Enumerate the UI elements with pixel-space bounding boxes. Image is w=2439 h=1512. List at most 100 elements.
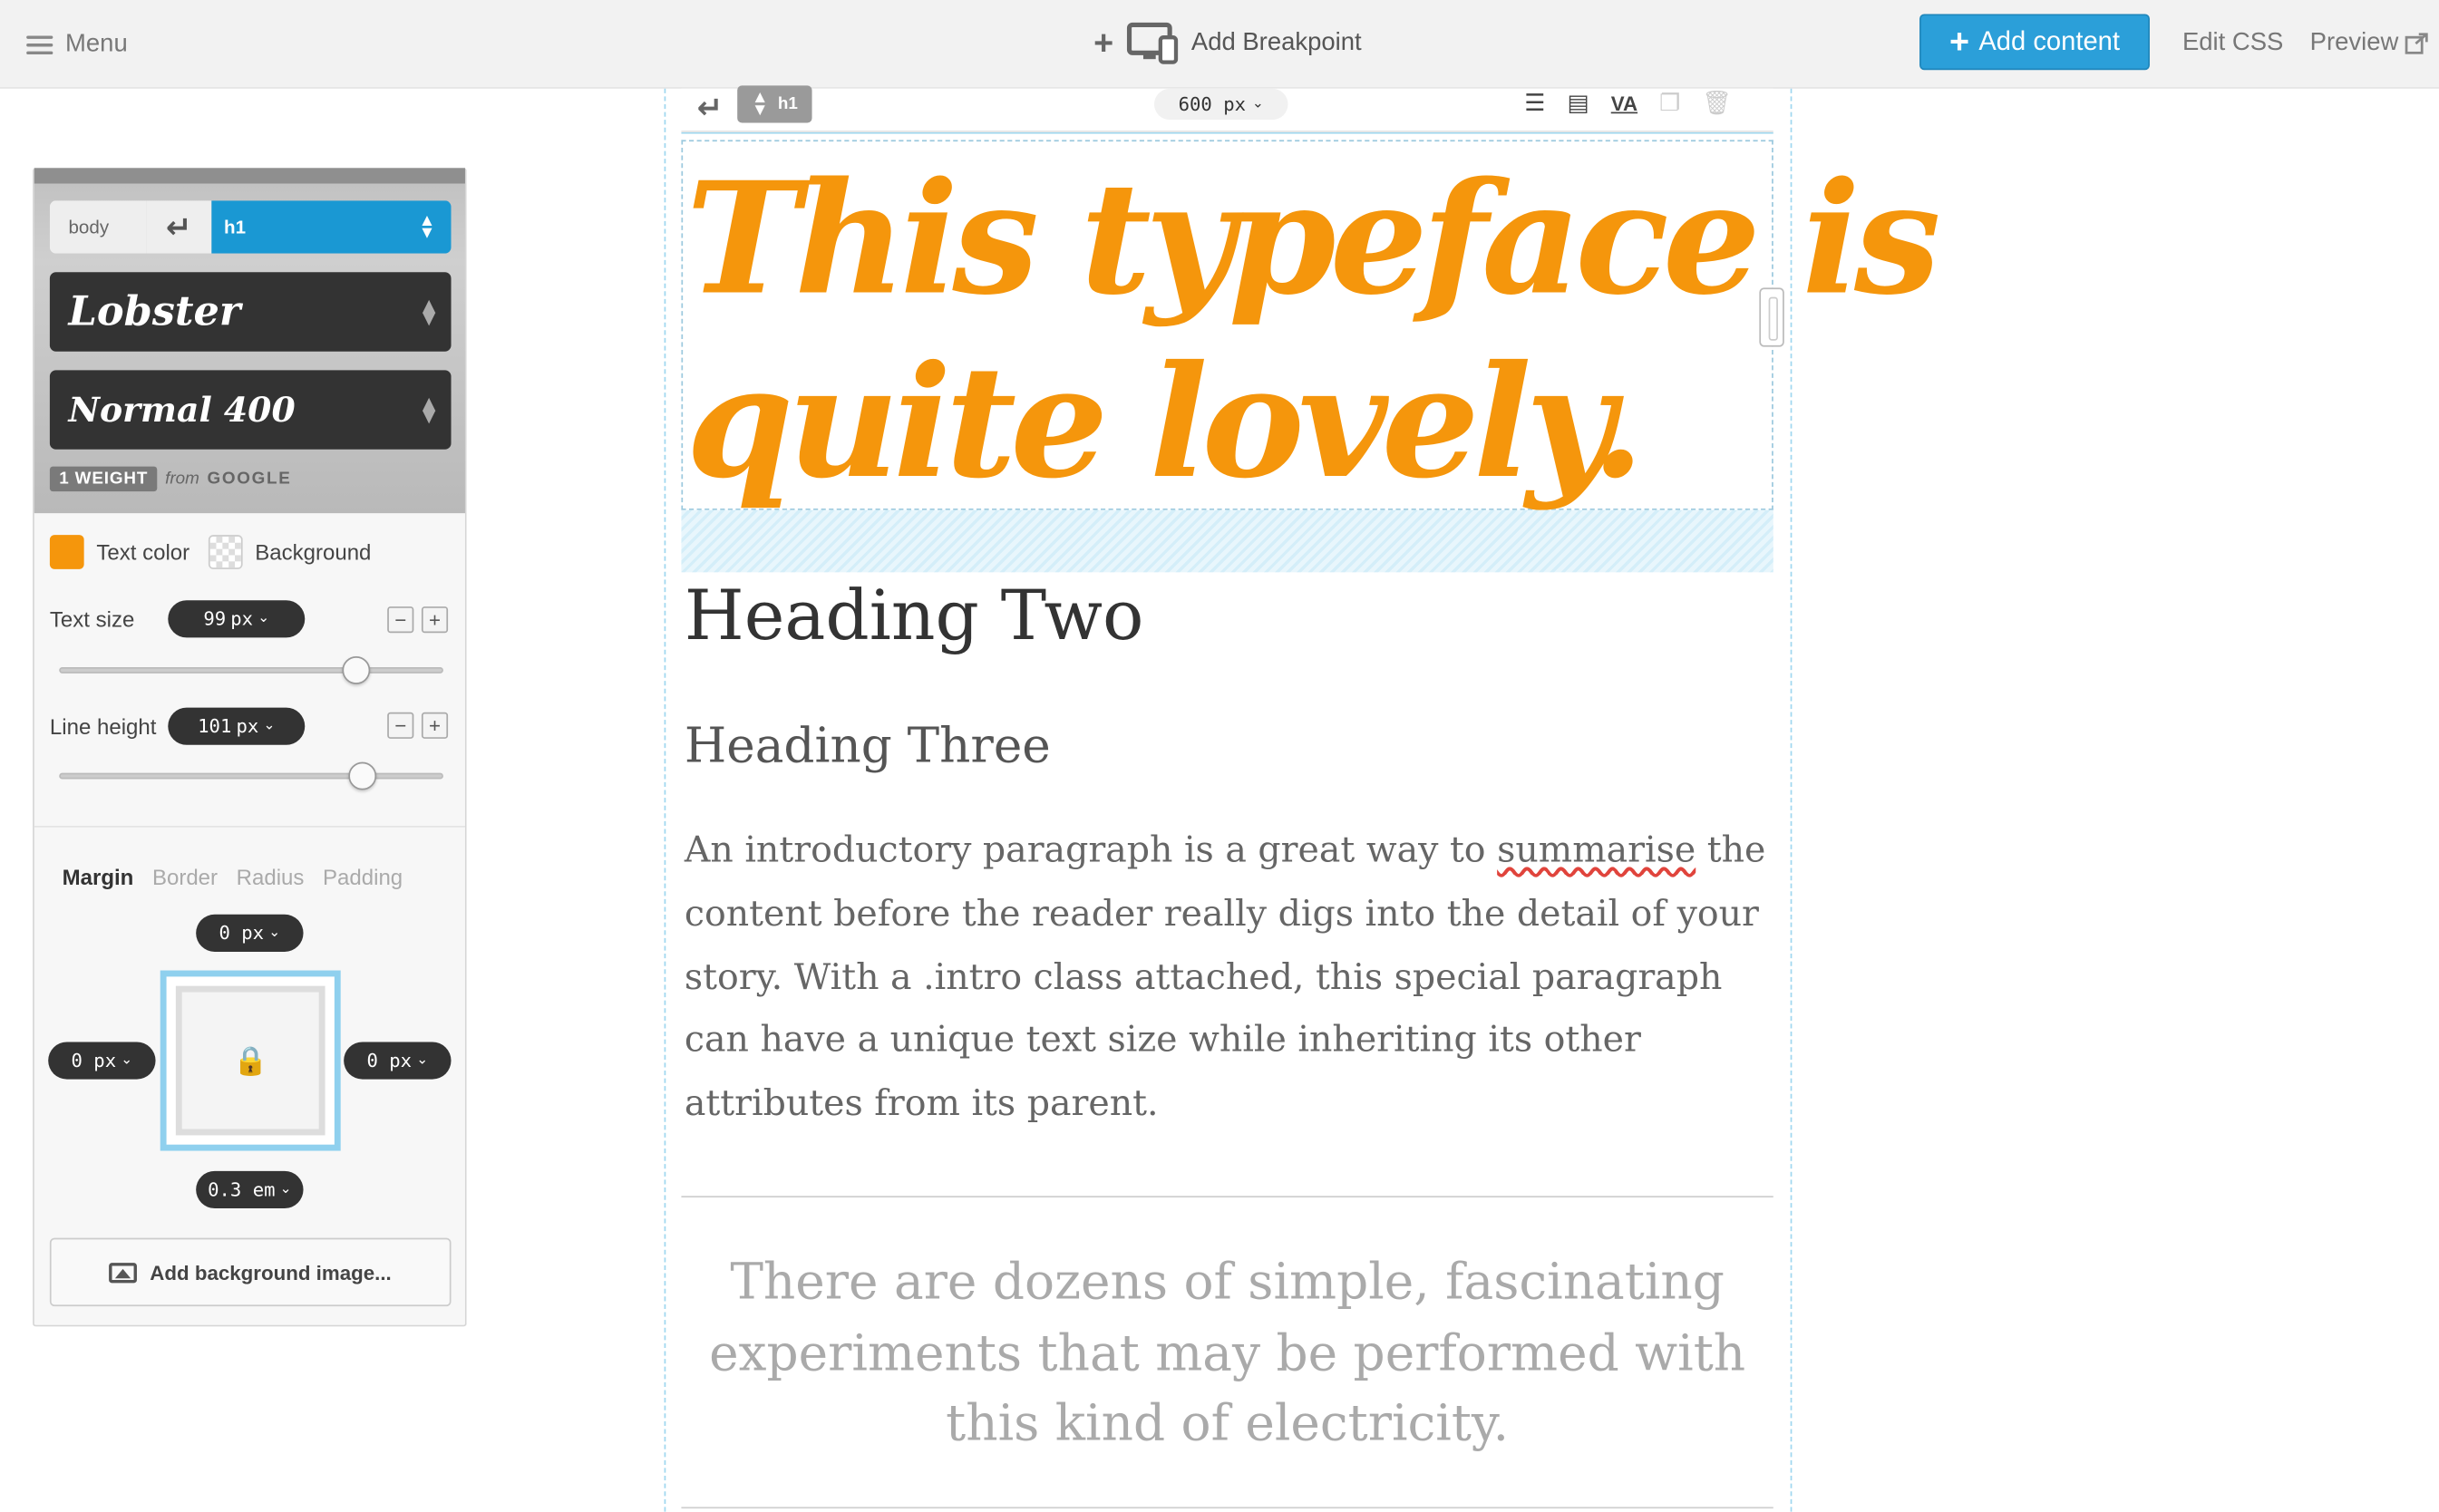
add-background-image-label: Add background image...	[150, 1260, 392, 1284]
text-wrap-icon[interactable]: ▤	[1567, 89, 1589, 117]
margin-bottom-value: 0.3 em	[208, 1178, 276, 1201]
lock-icon[interactable]: 🔒	[175, 985, 326, 1136]
select-parent-arrow-icon[interactable]: ↵	[697, 89, 724, 128]
updown-chevron-icon: ▲ ▼	[422, 295, 436, 328]
panel-divider	[34, 825, 465, 828]
h1-line: This typeface is	[685, 149, 1941, 330]
text-color-swatch[interactable]	[49, 535, 84, 569]
font-weight-select[interactable]: Normal 400 ▲ ▼	[49, 370, 452, 450]
line-height-decrease-button[interactable]: −	[387, 712, 414, 739]
text-color-label: Text color	[96, 539, 190, 565]
box-model-preview: 🔒	[160, 970, 341, 1151]
tab-padding[interactable]: Padding	[323, 865, 403, 889]
breadcrumb-current-label: h1	[224, 216, 247, 238]
heading-two[interactable]: Heading Two	[685, 577, 1144, 655]
chevron-down-icon: ⌄	[416, 1052, 429, 1069]
element-tag-label: h1	[777, 94, 798, 114]
preview-label: Preview	[2309, 29, 2399, 56]
add-content-button[interactable]: + Add content	[1919, 14, 2150, 71]
updown-chevron-icon: ▲ ▼	[418, 211, 436, 243]
font-family-select[interactable]: Lobster ▲ ▼	[49, 272, 452, 352]
element-toolbar: ↵ ▲ ▼ h1 600 px ⌄ ☰ ▤ VA ❐ 🗑	[681, 85, 1773, 132]
line-height-slider-thumb[interactable]	[349, 761, 378, 790]
heading-three[interactable]: Heading Three	[685, 719, 1051, 775]
chevron-down-icon: ⌄	[121, 1052, 133, 1069]
kerning-icon[interactable]: VA	[1611, 91, 1637, 114]
chevron-down-icon: ⌄	[279, 1181, 292, 1198]
intro-text-end: the content before the reader really dig…	[684, 830, 1766, 1125]
page-h1[interactable]: This typeface is quite lovely.	[685, 148, 1941, 515]
toolbar-icons: ☰ ▤ VA ❐ 🗑	[1524, 89, 1732, 117]
h1-line: quite lovely.	[685, 333, 1645, 514]
margin-indicator	[681, 509, 1773, 573]
line-height-label: Line height	[49, 713, 157, 739]
text-size-input[interactable]: 99 px ⌄	[168, 600, 306, 638]
line-height-unit: px	[236, 715, 259, 738]
devices-icon	[1126, 22, 1178, 64]
menu-label: Menu	[65, 31, 128, 58]
font-family-value: Lobster	[68, 288, 241, 335]
color-row: Text color Background	[49, 535, 372, 569]
editor-screen: Menu + Add Breakpoint + Add content Edit…	[0, 0, 2439, 1512]
resize-handle[interactable]	[1759, 287, 1784, 347]
hamburger-icon	[26, 35, 53, 55]
align-left-icon[interactable]: ☰	[1524, 89, 1545, 117]
selected-h1-block[interactable]: This typeface is quite lovely.	[681, 140, 1941, 513]
divider	[681, 1507, 1773, 1509]
width-value: 600 px	[1178, 92, 1247, 115]
divider	[681, 1196, 1773, 1198]
add-content-label: Add content	[1978, 26, 2121, 56]
preview-button[interactable]: Preview	[2310, 30, 2428, 58]
chevron-down-icon: ⌄	[263, 718, 276, 734]
text-size-increase-button[interactable]: +	[421, 606, 449, 634]
trash-icon[interactable]: 🗑	[1702, 89, 1732, 117]
font-section: body ↵ h1 ▲ ▼ Lobster ▲ ▼ Normal 400 ▲ ▼ 1 …	[34, 168, 465, 514]
from-text: from	[165, 470, 199, 489]
add-breakpoint-button[interactable]: + Add Breakpoint	[1093, 22, 1362, 65]
margin-right-value: 0 px	[366, 1050, 413, 1072]
chevron-down-icon: ⌄	[268, 925, 281, 941]
background-label: Background	[255, 539, 372, 565]
breadcrumb-body[interactable]: body	[49, 200, 147, 254]
line-height-increase-button[interactable]: +	[421, 712, 449, 739]
margin-bottom-input[interactable]: 0.3 em ⌄	[196, 1170, 304, 1209]
menu-button[interactable]: Menu	[26, 31, 128, 59]
line-height-slider[interactable]	[59, 761, 443, 790]
pull-quote[interactable]: There are dozens of simple, fascinating …	[681, 1247, 1773, 1459]
breadcrumb-current-element[interactable]: h1 ▲ ▼	[211, 200, 452, 254]
line-height-input[interactable]: 101 px ⌄	[168, 707, 306, 745]
background-color-swatch[interactable]	[208, 535, 243, 569]
line-height-value: 101	[198, 715, 232, 738]
add-background-image-button[interactable]: Add background image...	[49, 1237, 452, 1307]
tab-margin[interactable]: Margin	[63, 865, 134, 889]
element-tag-select[interactable]: ▲ ▼ h1	[737, 85, 812, 123]
margin-top-value: 0 px	[219, 922, 265, 945]
page-content: ↵ ▲ ▼ h1 600 px ⌄ ☰ ▤ VA ❐ 🗑 This typefac…	[681, 85, 1941, 1512]
external-link-icon	[2405, 33, 2428, 54]
updown-chevron-icon: ▲ ▼	[751, 88, 769, 121]
margin-left-input[interactable]: 0 px ⌄	[48, 1042, 156, 1080]
updown-chevron-icon: ▲ ▼	[422, 393, 436, 426]
duplicate-icon[interactable]: ❐	[1659, 89, 1680, 117]
intro-paragraph[interactable]: An introductory paragraph is a great way…	[685, 819, 1770, 1137]
edit-css-button[interactable]: Edit CSS	[2182, 30, 2283, 58]
chevron-down-icon: ⌄	[258, 611, 270, 627]
margin-right-input[interactable]: 0 px ⌄	[344, 1042, 452, 1080]
margin-top-input[interactable]: 0 px ⌄	[196, 914, 304, 952]
misspelled-word: summarise	[1497, 830, 1696, 871]
text-size-decrease-button[interactable]: −	[387, 606, 414, 634]
style-inspector-panel: body ↵ h1 ▲ ▼ Lobster ▲ ▼ Normal 400 ▲ ▼ 1 …	[33, 168, 467, 1327]
margin-left-value: 0 px	[71, 1050, 117, 1072]
image-icon	[109, 1262, 138, 1283]
tab-radius[interactable]: Radius	[237, 865, 305, 889]
plus-icon: +	[1948, 22, 1970, 61]
select-parent-arrow-icon[interactable]: ↵	[146, 200, 212, 254]
text-size-slider[interactable]	[59, 655, 443, 684]
text-size-unit: px	[230, 607, 254, 630]
width-select[interactable]: 600 px ⌄	[1153, 88, 1288, 121]
top-bar: Menu + Add Breakpoint + Add content Edit…	[0, 0, 2439, 89]
tab-border[interactable]: Border	[152, 865, 218, 889]
layout-guide-left	[664, 88, 666, 1512]
text-size-slider-thumb[interactable]	[342, 655, 371, 684]
font-source: GOOGLE	[207, 470, 292, 489]
